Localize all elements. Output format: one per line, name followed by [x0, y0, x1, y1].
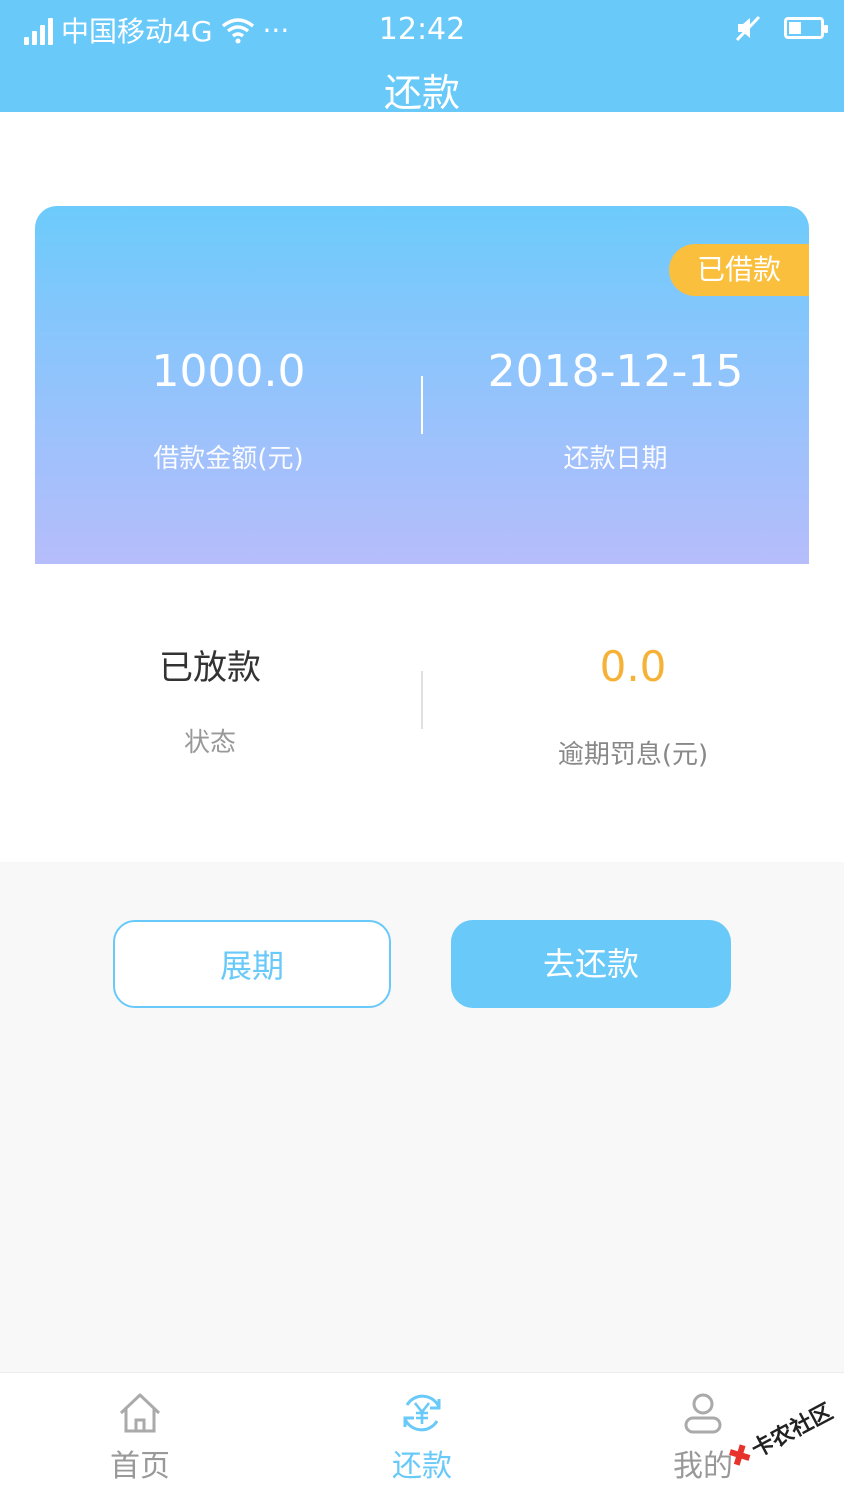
loan-amount-label: 借款金额(元) — [153, 444, 304, 474]
extend-button[interactable]: 展期 — [113, 920, 391, 1008]
status-right — [734, 14, 828, 42]
status-bar: 中国移动4G ··· 12:42 — [0, 0, 844, 60]
repayment-content: 已借款 1000.0 借款金额(元) 2018-12-15 还款日期 已放款 状… — [0, 112, 844, 862]
home-icon — [119, 1393, 161, 1433]
yuan-refresh-icon — [403, 1394, 441, 1432]
tab-repay[interactable]: 还款 — [322, 1373, 522, 1501]
info-divider — [421, 671, 423, 729]
loan-status-label: 状态 — [183, 728, 236, 758]
penalty-label: 逾期罚息(元) — [557, 740, 709, 770]
penalty-value: 0.0 — [599, 642, 667, 691]
bottom-tab-bar: 首页 还款 我的 — [0, 1372, 844, 1501]
app-header: 中国移动4G ··· 12:42 还款 — [0, 0, 844, 115]
tab-home[interactable]: 首页 — [40, 1373, 240, 1501]
loan-card: 已借款 1000.0 借款金额(元) 2018-12-15 还款日期 — [35, 206, 809, 564]
mute-icon — [735, 15, 761, 42]
repay-button[interactable]: 去还款 — [451, 920, 731, 1008]
page-title: 还款 — [383, 71, 460, 115]
loan-amount-value: 1000.0 — [151, 346, 306, 397]
user-icon — [684, 1393, 722, 1434]
repay-date-value: 2018-12-15 — [487, 346, 744, 397]
repay-date-label: 还款日期 — [563, 444, 668, 474]
battery-icon — [784, 17, 828, 39]
tab-home-label: 首页 — [110, 1449, 170, 1484]
tab-repay-label: 还款 — [392, 1449, 452, 1484]
loan-status-value: 已放款 — [159, 648, 261, 688]
loan-status-badge: 已借款 — [669, 244, 809, 296]
clock: 12:42 — [378, 12, 466, 47]
